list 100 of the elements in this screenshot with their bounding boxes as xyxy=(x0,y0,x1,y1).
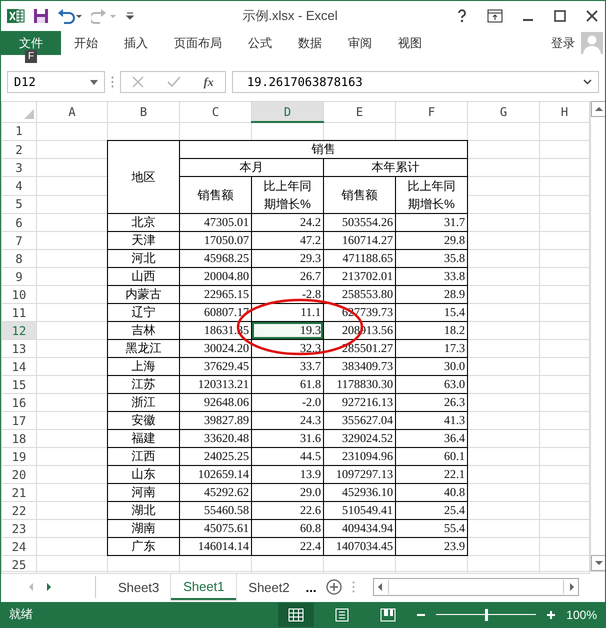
row-header[interactable]: 23 xyxy=(2,520,36,538)
sheet-tab[interactable]: Sheet2 xyxy=(236,574,302,600)
grip-icon xyxy=(111,76,114,88)
more-sheets-button[interactable]: ... xyxy=(306,580,316,594)
row-header[interactable]: 18 xyxy=(2,430,36,448)
maximize-icon[interactable] xyxy=(553,9,567,23)
column-header[interactable]: F xyxy=(396,102,468,122)
expand-caret-icon xyxy=(583,79,592,85)
table-cell: 503554.26 xyxy=(324,214,396,232)
row-header[interactable]: 13 xyxy=(2,340,36,358)
scroll-up-icon[interactable] xyxy=(591,101,605,117)
ribbon-tab[interactable]: 数据 xyxy=(285,31,335,55)
region-cell: 河北 xyxy=(108,250,180,268)
table-cell: 22.6 xyxy=(252,502,324,520)
table-cell: 26.7 xyxy=(252,268,324,286)
table-cell: 30.0 xyxy=(396,358,468,376)
table-cell: 33.8 xyxy=(396,268,468,286)
row-header[interactable]: 9 xyxy=(2,268,36,286)
name-box[interactable]: D12 xyxy=(7,71,105,93)
row-header[interactable]: 3 xyxy=(2,158,36,176)
row-header[interactable]: 1 xyxy=(2,122,36,140)
table-cell: 22965.15 xyxy=(180,286,252,304)
table-cell: 409434.94 xyxy=(324,520,396,538)
region-cell: 上海 xyxy=(108,358,180,376)
ribbon-tab[interactable]: 公式 xyxy=(235,31,285,55)
column-header[interactable]: B xyxy=(108,102,180,122)
customize-toolbar-icon[interactable] xyxy=(125,11,135,21)
row-header[interactable]: 24 xyxy=(2,538,36,556)
zoom-level[interactable]: 100% xyxy=(566,608,597,622)
status-text: 就绪 xyxy=(9,606,33,623)
help-icon[interactable] xyxy=(455,9,469,23)
row-header[interactable]: 5 xyxy=(2,195,36,214)
region-cell: 天津 xyxy=(108,232,180,250)
column-header[interactable]: E xyxy=(324,102,396,122)
save-icon[interactable] xyxy=(33,8,49,24)
scroll-down-icon[interactable] xyxy=(591,555,605,571)
column-header[interactable]: C xyxy=(180,102,252,122)
table-cell: 63.0 xyxy=(396,376,468,394)
row-header[interactable]: 20 xyxy=(2,466,36,484)
table-cell: 329024.52 xyxy=(324,430,396,448)
table-cell: 47.2 xyxy=(252,232,324,250)
zoom-slider[interactable] xyxy=(436,608,536,620)
region-cell: 山西 xyxy=(108,268,180,286)
table-cell: 29.8 xyxy=(396,232,468,250)
region-cell: 河南 xyxy=(108,484,180,502)
ribbon-tab[interactable]: 开始 xyxy=(61,31,111,55)
table-cell: 25.4 xyxy=(396,502,468,520)
table-cell: 102659.14 xyxy=(180,466,252,484)
column-header[interactable]: D xyxy=(252,102,324,122)
table-cell: 258553.80 xyxy=(324,286,396,304)
scroll-right-icon[interactable] xyxy=(45,582,53,592)
row-header[interactable]: 12 xyxy=(2,322,36,340)
row-header[interactable]: 14 xyxy=(2,358,36,376)
normal-view-button[interactable] xyxy=(278,602,314,626)
sign-in-link[interactable]: 登录 xyxy=(545,34,581,52)
row-header[interactable]: 17 xyxy=(2,412,36,430)
zoom-in-icon[interactable] xyxy=(546,610,556,620)
row-header[interactable]: 15 xyxy=(2,376,36,394)
ribbon-tab[interactable]: 审阅 xyxy=(335,31,385,55)
sheet-tab[interactable]: Sheet3 xyxy=(106,574,172,600)
table-cell: 45968.25 xyxy=(180,250,252,268)
row-header[interactable]: 7 xyxy=(2,232,36,250)
row-header[interactable]: 6 xyxy=(2,214,36,232)
check-icon[interactable] xyxy=(166,76,181,88)
ribbon-display-icon[interactable] xyxy=(487,9,503,23)
row-header[interactable]: 16 xyxy=(2,394,36,412)
region-cell: 浙江 xyxy=(108,394,180,412)
row-header[interactable]: 19 xyxy=(2,448,36,466)
table-header-cell: 销售额 xyxy=(324,176,396,214)
ribbon-tab[interactable]: 视图 xyxy=(385,31,435,55)
row-header[interactable]: 8 xyxy=(2,250,36,268)
formula-field[interactable]: 19.2617063878163 xyxy=(232,71,599,93)
table-cell: 383409.73 xyxy=(324,358,396,376)
column-header[interactable]: A xyxy=(36,102,108,122)
row-header[interactable]: 2 xyxy=(2,140,36,158)
row-header[interactable]: 4 xyxy=(2,176,36,195)
ribbon-tab[interactable]: 页面布局 xyxy=(161,31,235,55)
region-cell: 北京 xyxy=(108,214,180,232)
table-cell: 471188.65 xyxy=(324,250,396,268)
ribbon-tab[interactable]: 插入 xyxy=(111,31,161,55)
undo-icon[interactable] xyxy=(57,8,83,24)
table-cell: 20004.80 xyxy=(180,268,252,286)
table-cell: 60807.17 xyxy=(180,304,252,322)
table-cell: 15.4 xyxy=(396,304,468,322)
column-header[interactable]: G xyxy=(468,102,540,122)
table-cell: 17050.07 xyxy=(180,232,252,250)
table-cell: 1097297.13 xyxy=(324,466,396,484)
table-cell: 30024.20 xyxy=(180,340,252,358)
sheet-tab[interactable]: Sheet1 xyxy=(171,574,236,600)
add-sheet-icon[interactable] xyxy=(326,579,342,595)
keytip-badge: F xyxy=(25,50,38,63)
row-header[interactable]: 22 xyxy=(2,502,36,520)
insert-function-button[interactable]: fx xyxy=(204,74,214,90)
horizontal-scrollbar[interactable] xyxy=(373,578,580,596)
row-header[interactable]: 10 xyxy=(2,286,36,304)
row-header[interactable]: 25 xyxy=(2,556,36,574)
table-cell: 160714.27 xyxy=(324,232,396,250)
close-icon[interactable] xyxy=(585,9,599,23)
row-header[interactable]: 21 xyxy=(2,484,36,502)
table-header-cell: 比上年同期增长% xyxy=(252,176,324,214)
